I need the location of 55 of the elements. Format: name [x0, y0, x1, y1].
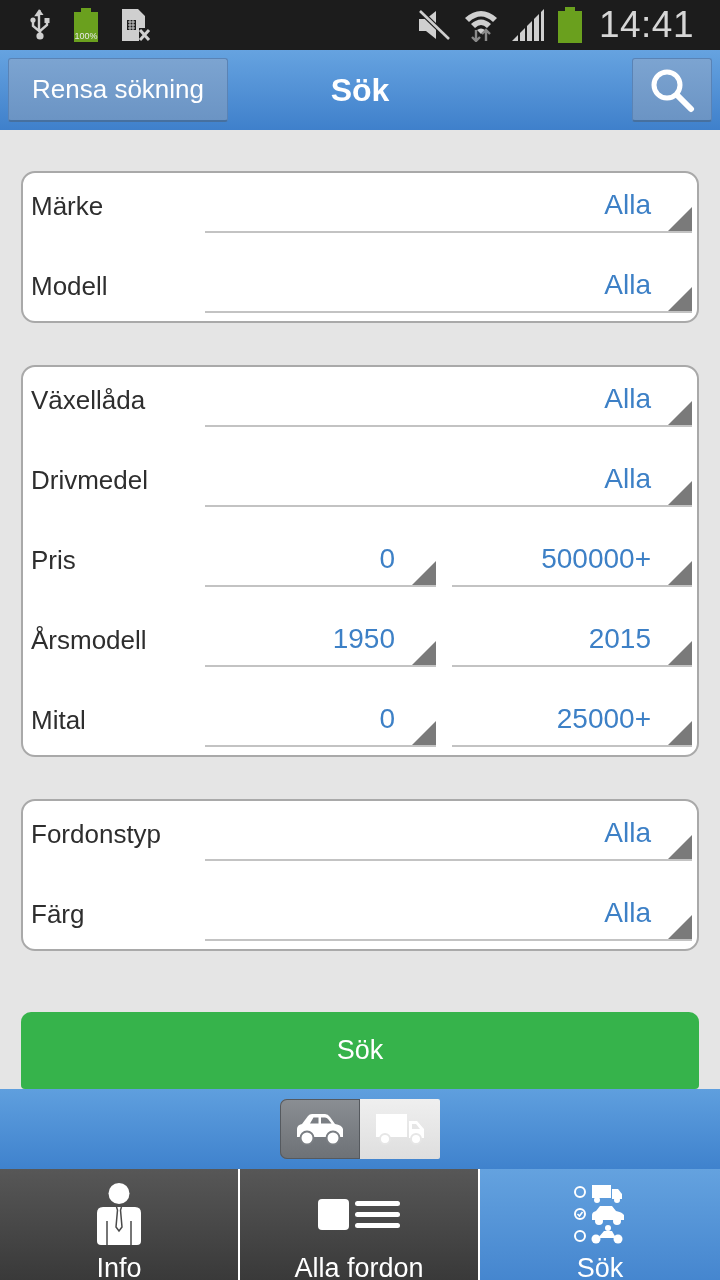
nav-tab[interactable]: Sök [480, 1169, 720, 1280]
battery-icon [73, 8, 99, 42]
field-label: Mital [31, 703, 87, 737]
battery-icon [556, 7, 583, 43]
dropdown-corner-icon [412, 641, 436, 665]
battery-label: 100% [73, 31, 99, 41]
dropdown-field[interactable]: Alla [205, 881, 692, 941]
dropdown-field[interactable]: 25000+ [452, 687, 692, 747]
truck-icon [375, 1113, 425, 1145]
dropdown-field[interactable]: Alla [205, 173, 692, 233]
field-label: Drivmedel [31, 463, 150, 497]
field-label: Färg [31, 897, 86, 931]
mute-icon [416, 9, 451, 41]
field-label: Årsmodell [31, 623, 148, 657]
truck-toggle[interactable] [360, 1099, 440, 1159]
nav-tab[interactable]: Info [0, 1169, 238, 1280]
dropdown-field[interactable]: 0 [205, 527, 436, 587]
dropdown-corner-icon [668, 561, 692, 585]
status-time: 14:41 [598, 5, 694, 45]
field-label: Fordonstyp [31, 817, 163, 851]
dropdown-corner-icon [412, 721, 436, 745]
dropdown-field[interactable]: 1950 [205, 607, 436, 667]
dropdown-corner-icon [668, 287, 692, 311]
dropdown-corner-icon [668, 721, 692, 745]
dropdown-field[interactable]: Alla [205, 367, 692, 427]
signal-icon [510, 9, 545, 41]
dropdown-field[interactable]: 500000+ [452, 527, 692, 587]
page-title: Sök [330, 71, 390, 110]
usb-icon [29, 9, 51, 41]
vehicle-filter-icon [574, 1184, 626, 1244]
dropdown-corner-icon [668, 401, 692, 425]
sim-card-icon [121, 8, 151, 42]
dropdown-field[interactable]: Alla [205, 801, 692, 861]
search-button[interactable] [632, 58, 712, 122]
person-icon [95, 1183, 143, 1245]
dropdown-corner-icon [668, 207, 692, 231]
field-label: Modell [31, 269, 109, 303]
dropdown-field[interactable]: Alla [205, 253, 692, 313]
dropdown-corner-icon [412, 561, 436, 585]
field-label: Växellåda [31, 383, 147, 417]
clear-search-button[interactable]: Rensa sökning [8, 58, 228, 122]
car-toggle[interactable] [280, 1099, 360, 1159]
search-submit-button[interactable]: Sök [21, 1012, 699, 1089]
field-label: Märke [31, 189, 105, 223]
dropdown-corner-icon [668, 835, 692, 859]
list-icon [318, 1198, 400, 1230]
dropdown-corner-icon [668, 481, 692, 505]
field-label: Pris [31, 543, 77, 577]
dropdown-corner-icon [668, 641, 692, 665]
dropdown-field[interactable]: 2015 [452, 607, 692, 667]
dropdown-corner-icon [668, 915, 692, 939]
dropdown-field[interactable]: Alla [205, 447, 692, 507]
car-icon [294, 1113, 346, 1145]
nav-tab[interactable]: Alla fordon [240, 1169, 478, 1280]
dropdown-field[interactable]: 0 [205, 687, 436, 747]
